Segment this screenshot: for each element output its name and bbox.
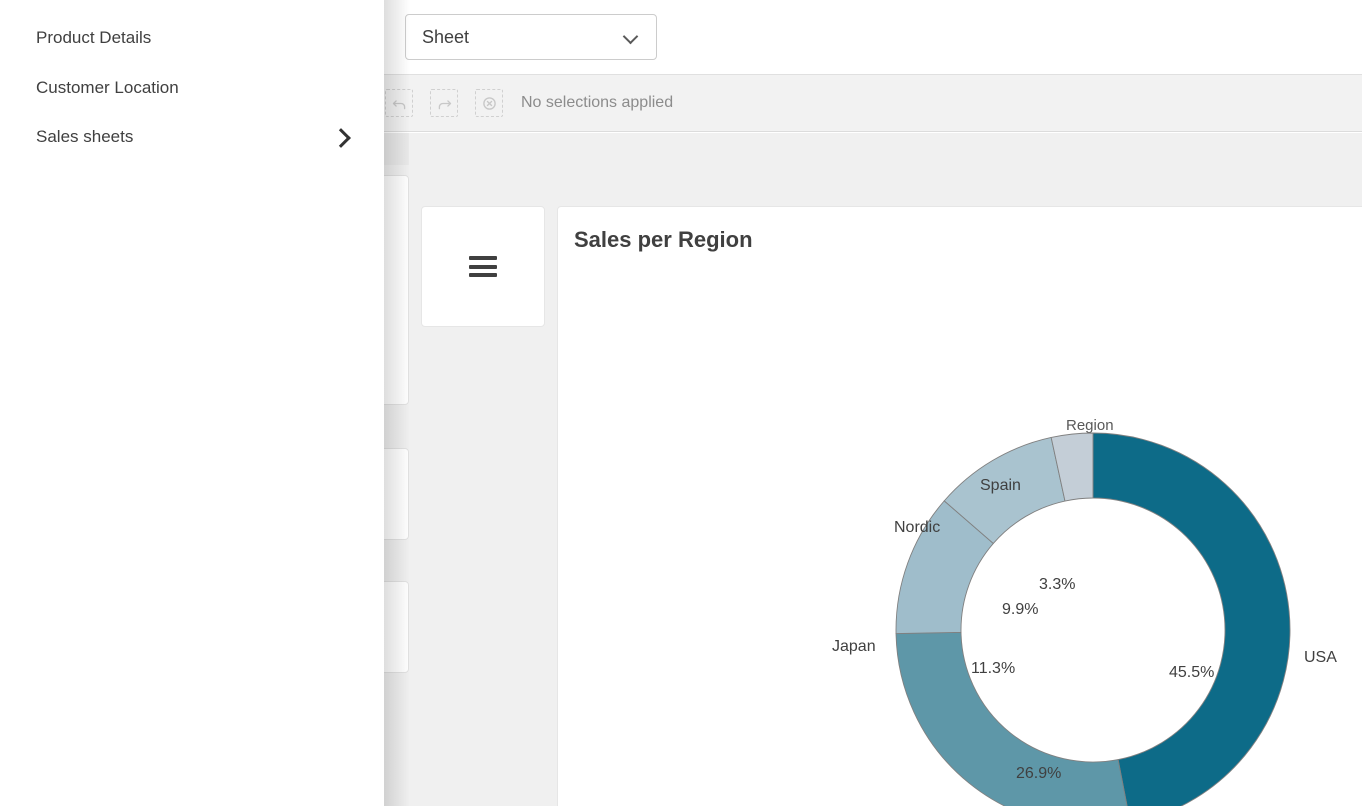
donut-svg[interactable] [558,207,1362,806]
value-label-spain: 3.3% [1039,576,1075,594]
value-label-uk: 26.9% [1016,765,1061,783]
slice-label-japan: Japan [832,638,876,656]
selections-status-text: No selections applied [521,94,673,112]
slice-label-spain: Spain [980,477,1021,495]
nav-item-sales-sheets[interactable]: Sales sheets [0,116,384,158]
sales-per-region-chart-card[interactable]: Sales per Region Region USA UK Japan Nor… [557,206,1362,806]
slice-label-nordic: Nordic [894,519,940,537]
value-label-japan: 11.3% [971,660,1015,678]
nav-item-product-details[interactable]: Product Details [0,17,384,59]
nav-item-customer-location[interactable]: Customer Location [0,67,384,109]
clear-circle-x-icon [481,95,498,112]
chevron-down-icon [624,29,640,45]
redo-arrow-icon [436,95,453,112]
hamburger-menu-icon [469,256,497,277]
nav-item-label: Customer Location [36,78,348,98]
sheet-selector-label: Sheet [422,27,624,48]
donut-chart[interactable]: Region USA UK Japan Nordic Spain 45.5% 2… [558,207,1362,806]
selections-bar-buttons [385,89,503,117]
chevron-right-icon [334,128,348,146]
navigation-panel: Product Details Customer Location Sales … [0,0,384,806]
value-label-usa: 45.5% [1169,664,1214,682]
qlik-sense-app: Sales per Region Region USA UK Japan Nor… [0,0,1362,806]
nav-item-label: Sales sheets [36,127,334,147]
sheet-selector-dropdown[interactable]: Sheet [405,14,657,60]
slice-label-usa: USA [1304,649,1337,667]
donut-slice-usa[interactable] [1093,433,1290,806]
value-label-nordic: 9.9% [1002,601,1038,619]
sheet-menu-tile[interactable] [421,206,545,327]
donut-slice-uk[interactable] [896,632,1130,806]
clear-all-selections-button[interactable] [475,89,503,117]
nav-item-label: Product Details [36,28,348,48]
undo-selection-button[interactable] [385,89,413,117]
redo-selection-button[interactable] [430,89,458,117]
undo-arrow-icon [391,95,408,112]
